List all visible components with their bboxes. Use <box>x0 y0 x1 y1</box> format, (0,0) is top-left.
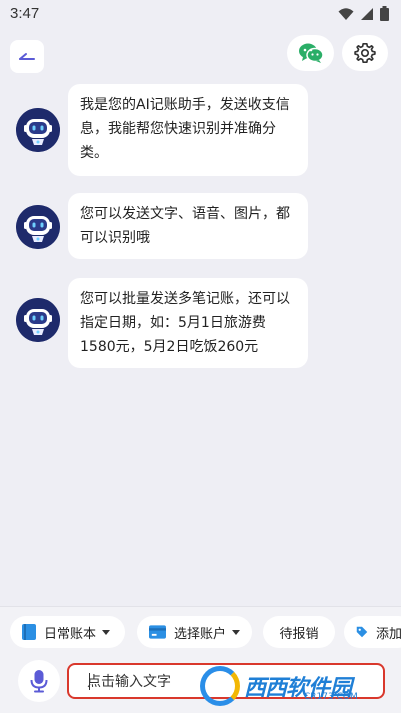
add-tag-label: 添加 <box>375 626 401 642</box>
back-arrow-icon <box>19 52 35 60</box>
message-row: 您可以批量发送多笔记账，还可以指定日期，如：5月1日旅游费1580元，5月2日吃… <box>0 278 401 368</box>
text-cursor <box>89 673 90 690</box>
add-tag-button[interactable]: 添加 <box>344 616 401 648</box>
book-icon <box>22 624 36 640</box>
input-placeholder: 点击输入文字 <box>87 674 171 690</box>
robot-icon <box>16 298 60 342</box>
card-icon <box>149 625 166 639</box>
message-bubble: 我是您的AI记账助手，发送收支信息，我能帮您快速识别并准确分类。 <box>68 84 308 176</box>
status-time: 3:47 <box>10 5 40 22</box>
wechat-icon <box>298 43 324 63</box>
account-book-label: 日常账本 <box>44 626 97 642</box>
status-icons <box>338 6 389 21</box>
wechat-button[interactable] <box>287 35 334 71</box>
text-input[interactable]: 点击输入文字 <box>67 663 385 699</box>
account-book-selector[interactable]: 日常账本 <box>10 616 125 648</box>
robot-avatar <box>16 298 60 342</box>
wifi-icon <box>338 7 354 20</box>
robot-icon <box>16 205 60 249</box>
message-row: 您可以发送文字、语音、图片，都可以识别哦 <box>0 193 401 259</box>
settings-button[interactable] <box>342 35 388 71</box>
gear-icon <box>354 43 376 63</box>
chevron-down-icon <box>232 629 240 635</box>
message-bubble: 您可以发送文字、语音、图片，都可以识别哦 <box>68 193 308 259</box>
battery-icon <box>380 6 389 21</box>
microphone-icon <box>30 670 48 693</box>
tag-icon <box>356 626 368 638</box>
voice-input-button[interactable] <box>18 660 60 702</box>
robot-avatar <box>16 205 60 249</box>
message-row: 我是您的AI记账助手，发送收支信息，我能帮您快速识别并准确分类。 <box>0 84 401 176</box>
back-button[interactable] <box>10 40 44 73</box>
chevron-down-icon <box>102 629 111 635</box>
robot-avatar <box>16 108 60 152</box>
signal-icon <box>361 7 373 20</box>
pending-reimburse-label: 待报销 <box>279 626 319 642</box>
message-bubble: 您可以批量发送多笔记账，还可以指定日期，如：5月1日旅游费1580元，5月2日吃… <box>68 278 308 368</box>
robot-icon <box>16 108 60 152</box>
pending-reimburse-button[interactable]: 待报销 <box>263 616 335 648</box>
status-bar: 3:47 <box>0 0 401 28</box>
select-account-selector[interactable]: 选择账户 <box>137 616 252 648</box>
select-account-label: 选择账户 <box>173 626 226 642</box>
